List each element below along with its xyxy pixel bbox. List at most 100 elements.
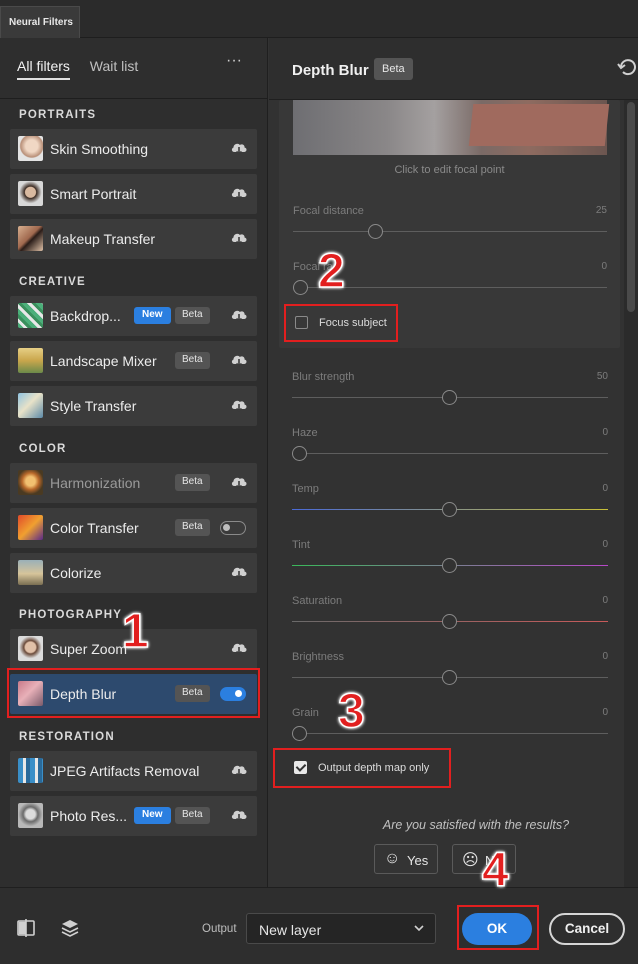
beta-badge: Beta <box>175 352 210 369</box>
filter-label: Smart Portrait <box>50 186 137 202</box>
cloud-download-icon[interactable] <box>230 640 248 656</box>
slider-handle[interactable] <box>442 670 457 685</box>
slider-value: 0 <box>602 707 608 718</box>
style-transfer-thumbnail <box>18 393 43 418</box>
compare-icon[interactable] <box>16 918 36 938</box>
section-restoration: RESTORATION <box>19 731 115 743</box>
annotation-number-3: 3 <box>337 684 365 739</box>
annotation-number-1: 1 <box>121 604 149 659</box>
highlight-focus-subject <box>284 304 398 342</box>
preview-box <box>468 104 610 146</box>
more-options-icon[interactable]: ··· <box>226 52 242 70</box>
filter-color-transfer[interactable]: Color Transfer Beta <box>10 508 257 548</box>
yes-button[interactable]: ☺ Yes <box>374 844 438 874</box>
slider-handle[interactable] <box>293 280 308 295</box>
cloud-download-icon[interactable] <box>230 807 248 823</box>
skin-smoothing-thumbnail <box>18 136 43 161</box>
cloud-download-icon[interactable] <box>230 352 248 368</box>
output-select[interactable]: New layer <box>246 913 436 944</box>
slider-handle[interactable] <box>292 446 307 461</box>
slider-value: 0 <box>601 261 607 272</box>
cloud-download-icon[interactable] <box>230 564 248 580</box>
colorize-thumbnail <box>18 560 43 585</box>
section-portraits: PORTRAITS <box>19 109 97 121</box>
slider-handle[interactable] <box>442 558 457 573</box>
filter-style-transfer[interactable]: Style Transfer <box>10 386 257 426</box>
slider-label: Grain <box>292 707 319 719</box>
cloud-download-icon[interactable] <box>230 185 248 201</box>
output-label: Output <box>202 923 237 935</box>
filter-label: Landscape Mixer <box>50 353 157 369</box>
layers-icon[interactable] <box>60 918 80 938</box>
slider-value: 0 <box>602 595 608 606</box>
filter-harmonization[interactable]: Harmonization Beta <box>10 463 257 503</box>
toggle-knob <box>223 524 230 531</box>
slider-value: 0 <box>602 483 608 494</box>
beta-badge: Beta <box>175 474 210 491</box>
jpeg-artifacts-thumbnail <box>18 758 43 783</box>
slider-handle[interactable] <box>442 390 457 405</box>
slider-handle[interactable] <box>292 726 307 741</box>
slider-label: Focal distance <box>293 205 364 217</box>
cancel-button[interactable]: Cancel <box>549 913 625 945</box>
smile-icon: ☺ <box>384 850 401 867</box>
cloud-download-icon[interactable] <box>230 307 248 323</box>
highlight-output-depth-map <box>273 748 451 788</box>
highlight-ok-button <box>457 905 539 950</box>
window-tab[interactable]: Neural Filters <box>0 6 80 38</box>
filter-makeup-transfer[interactable]: Makeup Transfer <box>10 219 257 259</box>
scroll-thumb[interactable] <box>627 102 635 312</box>
filter-label: Photo Res... <box>50 808 128 824</box>
new-badge: New <box>134 307 171 324</box>
beta-badge: Beta <box>175 307 210 324</box>
filter-photo-restoration[interactable]: Photo Res... New Beta <box>10 796 257 836</box>
filter-landscape-mixer[interactable]: Landscape Mixer Beta <box>10 341 257 381</box>
filter-label: Backdrop... <box>50 308 121 324</box>
slider-value: 0 <box>602 427 608 438</box>
filter-label: Color Transfer <box>50 520 139 536</box>
tab-all-filters[interactable]: All filters <box>17 58 70 80</box>
slider-value: 25 <box>595 205 607 216</box>
beta-badge: Beta <box>374 58 413 80</box>
filter-label: Style Transfer <box>50 398 137 414</box>
color-transfer-toggle[interactable] <box>220 521 246 535</box>
slider-track[interactable] <box>293 231 607 232</box>
slider-handle[interactable] <box>442 502 457 517</box>
slider-label: Blur strength <box>292 371 355 383</box>
cloud-download-icon[interactable] <box>230 230 248 246</box>
filter-tabs: All filters Wait list <box>17 58 154 80</box>
filter-label: JPEG Artifacts Removal <box>50 763 200 779</box>
makeup-transfer-thumbnail <box>18 226 43 251</box>
reset-icon[interactable] <box>617 58 637 78</box>
beta-badge: Beta <box>175 519 210 536</box>
slider-label: Haze <box>292 427 318 439</box>
focal-point-preview[interactable] <box>293 100 610 155</box>
filter-label: Colorize <box>50 565 102 581</box>
annotation-number-4: 4 <box>481 843 509 898</box>
tab-wait-list[interactable]: Wait list <box>90 58 138 74</box>
frown-icon: ☹ <box>462 852 479 869</box>
cloud-download-icon[interactable] <box>230 140 248 156</box>
output-select-value: New layer <box>259 922 322 938</box>
focal-point-caption: Click to edit focal point <box>394 164 505 176</box>
settings-header: Depth Blur Beta <box>269 38 638 100</box>
scrollbar[interactable] <box>624 100 638 887</box>
filter-backdrop[interactable]: Backdrop... New Beta <box>10 296 257 336</box>
cloud-download-icon[interactable] <box>230 762 248 778</box>
filter-skin-smoothing[interactable]: Skin Smoothing <box>10 129 257 169</box>
filter-label: Makeup Transfer <box>50 231 156 247</box>
slider-label: Temp <box>292 483 319 495</box>
highlight-depth-blur <box>7 668 260 718</box>
slider-track[interactable] <box>292 453 608 454</box>
cloud-download-icon[interactable] <box>230 474 248 490</box>
cloud-download-icon[interactable] <box>230 397 248 413</box>
section-color: COLOR <box>19 443 67 455</box>
divider <box>0 98 268 99</box>
slider-label: Saturation <box>292 595 343 607</box>
slider-handle[interactable] <box>442 614 457 629</box>
backdrop-thumbnail <box>18 303 43 328</box>
filter-jpeg-artifacts-removal[interactable]: JPEG Artifacts Removal <box>10 751 257 791</box>
filter-colorize[interactable]: Colorize <box>10 553 257 593</box>
filter-smart-portrait[interactable]: Smart Portrait <box>10 174 257 214</box>
slider-handle[interactable] <box>368 224 383 239</box>
